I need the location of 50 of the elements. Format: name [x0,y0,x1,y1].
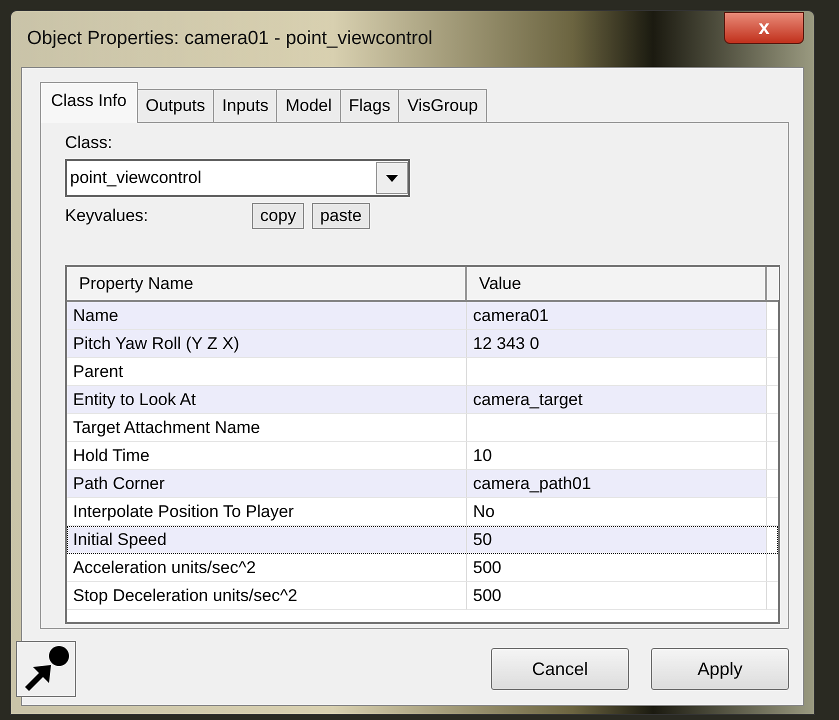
table-cell: Path Corner [67,470,467,498]
tab[interactable]: Outputs [136,89,214,123]
table-cell: camera_target [467,386,767,414]
dialog-button[interactable]: Cancel [491,648,629,690]
close-button[interactable]: x [724,12,804,44]
table-cell: Pitch Yaw Roll (Y Z X) [67,330,467,358]
property-row[interactable]: Acceleration units/sec^2 500 [67,554,778,582]
table-cell: No [467,498,767,526]
property-row[interactable]: Stop Deceleration units/sec^2 500 [67,582,778,610]
tab[interactable]: VisGroup [398,89,487,123]
table-cell: 50 [467,526,767,554]
keyvalues-label: Keyvalues: [65,206,148,226]
table-cell: camera01 [467,302,767,330]
class-label: Class: [65,133,114,153]
tab[interactable]: Class Info [40,82,138,123]
property-row[interactable]: Hold Time 10 [67,442,778,470]
caret-icon [386,174,398,182]
keyvalue-button[interactable]: paste [312,203,370,229]
table-cell: 12 343 0 [467,330,767,358]
tab[interactable]: Model [276,89,341,123]
table-cell: Interpolate Position To Player [67,498,467,526]
table-cell: Name [67,302,467,330]
property-row[interactable]: Name camera01 [67,302,778,330]
column-header[interactable]: Property Name [67,267,467,300]
table-cell: Initial Speed [67,526,467,554]
table-cell: Hold Time [67,442,467,470]
tab[interactable]: Flags [340,89,400,123]
class-dropdown[interactable]: point_viewcontrol [65,159,410,197]
property-row[interactable]: Target Attachment Name [67,414,778,442]
table-cell: 500 [467,554,767,582]
property-row[interactable]: Entity to Look At camera_target [67,386,778,414]
window-title: Object Properties: camera01 - point_viewcontrol [27,28,433,50]
table-cell: camera_path01 [467,470,767,498]
table-cell: 500 [467,582,767,610]
property-row[interactable]: Pitch Yaw Roll (Y Z X) 12 343 0 [67,330,778,358]
table-cell: 10 [467,442,767,470]
column-header[interactable]: Value [467,267,767,300]
property-row[interactable]: Initial Speed 50 [67,526,778,554]
table-cell: Acceleration units/sec^2 [67,554,467,582]
table-cell: Stop Deceleration units/sec^2 [67,582,467,610]
keyvalue-button[interactable]: copy [252,203,304,229]
table-cell: Parent [67,358,467,386]
dialog-button[interactable]: Apply [651,648,789,690]
property-row[interactable]: Interpolate Position To Player No [67,498,778,526]
property-row[interactable]: Path Corner camera_path01 [67,470,778,498]
table-cell: Target Attachment Name [67,414,467,442]
dropdown-button[interactable] [376,162,408,194]
tab[interactable]: Inputs [213,89,278,123]
property-row[interactable]: Parent [67,358,778,386]
table-cell: Entity to Look At [67,386,467,414]
